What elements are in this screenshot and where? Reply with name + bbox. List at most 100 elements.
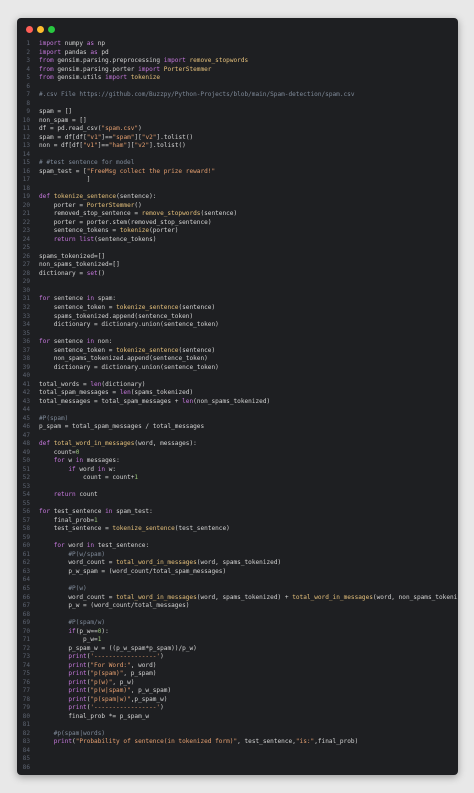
- code-line[interactable]: 66 word_count = total_word_in_messages(w…: [17, 594, 458, 603]
- code-line[interactable]: 33 spams_tokenized.append(sentence_token…: [17, 313, 458, 322]
- code-line[interactable]: 76 print("p(w)", p_w): [17, 679, 458, 688]
- code-line[interactable]: 14: [17, 151, 458, 160]
- code-line[interactable]: 44: [17, 406, 458, 415]
- code-line[interactable]: 34 dictionary = dictionary.union(sentenc…: [17, 321, 458, 330]
- code-area[interactable]: 1 import numpy as np 2 import pandas as pd 3…: [17, 40, 458, 772]
- code-line[interactable]: 5 from gensim.utils import tokenize: [17, 74, 458, 83]
- code-line[interactable]: 50 for w in messages:: [17, 457, 458, 466]
- code-line[interactable]: 29: [17, 278, 458, 287]
- code-line[interactable]: 85: [17, 755, 458, 764]
- code-line[interactable]: 20 porter = PorterStemmer(): [17, 202, 458, 211]
- code-line[interactable]: 11 df = pd.read_csv("spam.csv"): [17, 125, 458, 134]
- code-line[interactable]: 46 p_spam = total_spam_messages / total_m…: [17, 423, 458, 432]
- code-line[interactable]: 38 non_spams_tokenized.append(sentence_t…: [17, 355, 458, 364]
- line-number: 8: [26, 99, 30, 107]
- code-line[interactable]: 3 from gensim.parsing.preprocessing impor…: [17, 57, 458, 66]
- code-line[interactable]: 2 import pandas as pd: [17, 49, 458, 58]
- code-line[interactable]: 63 p_w_spam = (word_count/total_spam_mes…: [17, 568, 458, 577]
- code-line[interactable]: 4 from gensim.parsing.porter import Porte…: [17, 66, 458, 75]
- code-line[interactable]: 55: [17, 500, 458, 509]
- code-line[interactable]: 37 sentence_token = tokenize_sentence(se…: [17, 347, 458, 356]
- code-line[interactable]: 16 spam_test = ["FreeMsg collect the priz…: [17, 168, 458, 177]
- code-line[interactable]: 58 test_sentence = tokenize_sentence(tes…: [17, 525, 458, 534]
- code-line[interactable]: 15 # #test sentence for model: [17, 159, 458, 168]
- code-line[interactable]: 43 total_messages = total_spam_messages +…: [17, 398, 458, 407]
- code-line[interactable]: 28 dictionary = set(): [17, 270, 458, 279]
- code-line[interactable]: 86: [17, 764, 458, 773]
- code-line[interactable]: 77 print("p(w|spam)", p_w_spam): [17, 687, 458, 696]
- code-line[interactable]: 22 porter = porter.stem(removed_stop_sen…: [17, 219, 458, 228]
- code-line[interactable]: 65 #P(w): [17, 585, 458, 594]
- code-line[interactable]: 71 p_w=1: [17, 636, 458, 645]
- code-line[interactable]: 10 non_spam = []: [17, 117, 458, 126]
- code-line[interactable]: 32 sentence_token = tokenize_sentence(se…: [17, 304, 458, 313]
- code-text: print('-----------------'): [68, 704, 164, 712]
- code-line[interactable]: 52 count = count+1: [17, 474, 458, 483]
- code-line[interactable]: 70 if(p_w==0):: [17, 628, 458, 637]
- code-line[interactable]: 26 spams_tokenized=[]: [17, 253, 458, 262]
- code-line[interactable]: 72 p_spam_w = ((p_w_spam*p_spam))/p_w): [17, 645, 458, 654]
- line-number: 66: [22, 593, 30, 601]
- code-line[interactable]: 81: [17, 721, 458, 730]
- code-line[interactable]: 60 for word in test_sentence:: [17, 542, 458, 551]
- code-line[interactable]: 53: [17, 483, 458, 492]
- code-line[interactable]: 42 total_spam_messages = len(spams_tokeni…: [17, 389, 458, 398]
- code-line[interactable]: 61 #P(w/spam): [17, 551, 458, 560]
- code-line[interactable]: 36 for sentence in non:: [17, 338, 458, 347]
- code-line[interactable]: 59: [17, 534, 458, 543]
- code-line[interactable]: 79 print('-----------------'): [17, 704, 458, 713]
- code-line[interactable]: 7 #.csv File https://github.com/Buzzpy/Py…: [17, 91, 458, 100]
- code-line[interactable]: 25: [17, 244, 458, 253]
- code-line[interactable]: 51 if word in w:: [17, 466, 458, 475]
- code-line[interactable]: 24 return list(sentence_tokens): [17, 236, 458, 245]
- code-line[interactable]: 67 p_w = (word_count/total_messages): [17, 602, 458, 611]
- code-line[interactable]: 62 word_count = total_word_in_messages(w…: [17, 559, 458, 568]
- code-text: spam = df[df["v1"]=="spam"]["v2"].tolist…: [39, 133, 194, 141]
- close-window-icon[interactable]: [26, 26, 33, 33]
- code-line[interactable]: 13 non = df[df["v1"]=="ham"]["v2"].tolist…: [17, 142, 458, 151]
- code-line[interactable]: 75 print("p(spam)", p_spam): [17, 670, 458, 679]
- code-line[interactable]: 30: [17, 287, 458, 296]
- code-line[interactable]: 8: [17, 100, 458, 109]
- code-line[interactable]: 41 total_words = len(dictionary): [17, 381, 458, 390]
- code-line[interactable]: 12 spam = df[df["v1"]=="spam"]["v2"].toli…: [17, 134, 458, 143]
- code-line[interactable]: 80 final_prob *= p_spam_w: [17, 713, 458, 722]
- code-line[interactable]: 23 sentence_tokens = tokenize(porter): [17, 227, 458, 236]
- code-text: ]: [86, 176, 91, 184]
- code-line[interactable]: 17 ]: [17, 176, 458, 185]
- code-text: total_spam_messages = len(spams_tokenize…: [39, 389, 194, 397]
- code-line[interactable]: 82 #p(spam|words): [17, 730, 458, 739]
- line-number: 11: [22, 125, 30, 133]
- minimize-window-icon[interactable]: [37, 26, 44, 33]
- code-line[interactable]: 9 spam = []: [17, 108, 458, 117]
- code-line[interactable]: 69 #P(spam/w): [17, 619, 458, 628]
- code-line[interactable]: 49 count=0: [17, 449, 458, 458]
- code-line[interactable]: 68: [17, 611, 458, 620]
- code-line[interactable]: 47: [17, 432, 458, 441]
- code-line[interactable]: 1 import numpy as np: [17, 40, 458, 49]
- line-number: 45: [22, 414, 30, 422]
- code-text: porter = PorterStemmer(): [53, 201, 142, 209]
- code-line[interactable]: 45 #P(spam): [17, 415, 458, 424]
- code-line[interactable]: 78 print("p(spam|w)",p_spam_w): [17, 696, 458, 705]
- code-line[interactable]: 73 print('-----------------'): [17, 653, 458, 662]
- code-line[interactable]: 19 def tokenize_sentence(sentence):: [17, 193, 458, 202]
- maximize-window-icon[interactable]: [48, 26, 55, 33]
- code-line[interactable]: 31 for sentence in spam:: [17, 295, 458, 304]
- code-line[interactable]: 21 removed_stop_sentence = remove_stopwo…: [17, 210, 458, 219]
- code-line[interactable]: 48 def total_word_in_messages(word, messa…: [17, 440, 458, 449]
- code-line[interactable]: 56 for test_sentence in spam_test:: [17, 508, 458, 517]
- code-line[interactable]: 27 non_spams_tokenized=[]: [17, 261, 458, 270]
- code-line[interactable]: 18: [17, 185, 458, 194]
- code-line[interactable]: 54 return count: [17, 491, 458, 500]
- code-line[interactable]: 64: [17, 576, 458, 585]
- line-number: 24: [22, 235, 30, 243]
- code-line[interactable]: 35: [17, 330, 458, 339]
- code-line[interactable]: 40: [17, 372, 458, 381]
- code-line[interactable]: 57 final_prob=1: [17, 517, 458, 526]
- code-line[interactable]: 74 print("For Word:", word): [17, 662, 458, 671]
- code-line[interactable]: 39 dictionary = dictionary.union(sentenc…: [17, 364, 458, 373]
- code-line[interactable]: 83 print("Probability of sentence(in tok…: [17, 738, 458, 747]
- code-line[interactable]: 6: [17, 83, 458, 92]
- code-line[interactable]: 84: [17, 747, 458, 756]
